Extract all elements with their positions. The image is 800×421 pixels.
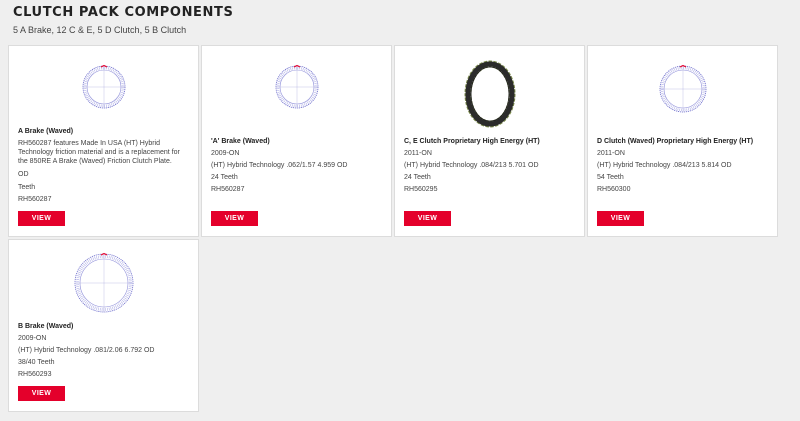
product-card: D Clutch (Waved) Proprietary High Energy… xyxy=(587,45,778,237)
product-detail: the 850RE A Brake (Waved) Friction Clutc… xyxy=(18,158,172,165)
product-name: A Brake (Waved) xyxy=(18,128,74,135)
product-card: B Brake (Waved) 2009-ON (HT) Hybrid Tech… xyxy=(8,239,199,412)
section-subtitle: 5 A Brake, 12 C & E, 5 D Clutch, 5 B Clu… xyxy=(13,25,187,35)
product-name: C, E Clutch Proprietary High Energy (HT) xyxy=(404,138,540,145)
product-card: 'A' Brake (Waved) 2009-ON (HT) Hybrid Te… xyxy=(201,45,392,237)
product-name: 'A' Brake (Waved) xyxy=(211,138,270,145)
product-years: 2011-ON xyxy=(404,150,432,157)
product-teeth: 38/40 Teeth xyxy=(18,359,55,366)
view-button[interactable]: VIEW xyxy=(18,386,65,401)
product-teeth: Teeth xyxy=(18,184,36,191)
product-detail: RH560287 features Made In USA (HT) Hybri… xyxy=(18,140,161,147)
product-teeth: 24 Teeth xyxy=(404,174,431,181)
product-part-number: RH560287 xyxy=(211,186,245,193)
product-card: C, E Clutch Proprietary High Energy (HT)… xyxy=(394,45,585,237)
view-button[interactable]: VIEW xyxy=(404,211,451,226)
product-detail: (HT) Hybrid Technology .084/213 5.701 OD xyxy=(404,162,539,169)
product-name: D Clutch (Waved) Proprietary High Energy… xyxy=(597,138,754,145)
waved-friction-plate-icon[interactable] xyxy=(9,64,198,110)
product-teeth: 54 Teeth xyxy=(597,174,624,181)
product-detail: (HT) Hybrid Technology .062/1.57 4.959 O… xyxy=(211,162,348,169)
product-part-number: RH560295 xyxy=(404,186,438,193)
waved-friction-plate-icon[interactable] xyxy=(202,64,391,110)
product-detail: (HT) Hybrid Technology .081/2.06 6.792 O… xyxy=(18,347,155,354)
waved-friction-plate-icon[interactable] xyxy=(9,252,198,314)
view-button[interactable]: VIEW xyxy=(18,211,65,226)
product-part-number: RH560300 xyxy=(597,186,631,193)
product-part-number: RH560287 xyxy=(18,196,52,203)
product-od: OD xyxy=(18,171,29,178)
view-button[interactable]: VIEW xyxy=(597,211,644,226)
waved-friction-plate-icon[interactable] xyxy=(588,64,777,114)
product-years: 2009-ON xyxy=(18,335,47,342)
product-years: 2009-ON xyxy=(211,150,240,157)
page: CLUTCH PACK COMPONENTS 5 A Brake, 12 C &… xyxy=(0,0,800,421)
high-energy-friction-plate-icon[interactable] xyxy=(395,60,584,128)
product-part-number: RH560293 xyxy=(18,371,52,378)
product-name: B Brake (Waved) xyxy=(18,323,74,330)
view-button[interactable]: VIEW xyxy=(211,211,258,226)
product-teeth: 24 Teeth xyxy=(211,174,238,181)
product-detail: Technology friction material and is a re… xyxy=(18,149,180,156)
product-years: 2011-ON xyxy=(597,150,625,157)
product-card: A Brake (Waved) RH560287 features Made I… xyxy=(8,45,199,237)
section-title: CLUTCH PACK COMPONENTS xyxy=(13,5,234,20)
product-detail: (HT) Hybrid Technology .084/213 5.814 OD xyxy=(597,162,732,169)
